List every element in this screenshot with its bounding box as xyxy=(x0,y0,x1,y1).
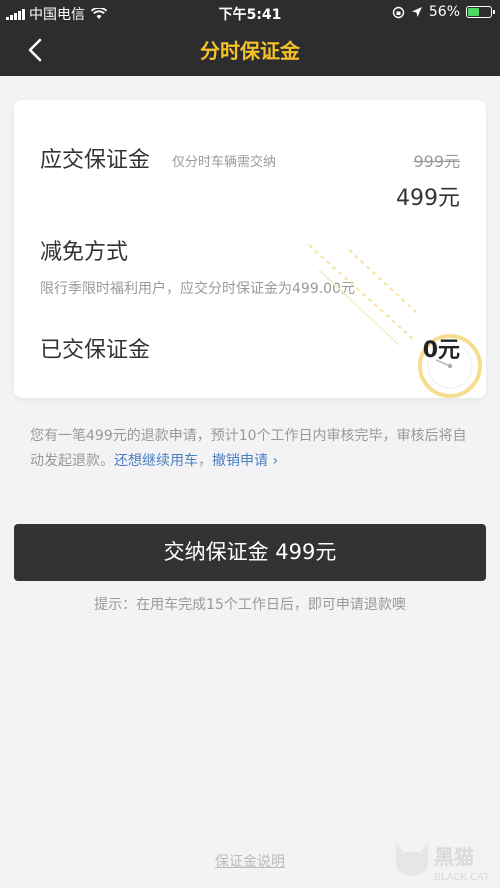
cancel-request-link[interactable]: 撤销申请 xyxy=(212,453,268,469)
watermark-sub: BLACK CAT xyxy=(434,872,490,883)
battery-percent: 56% xyxy=(428,4,460,20)
original-price: 999元 xyxy=(413,152,460,171)
watermark-brand: 黑猫 xyxy=(434,845,474,869)
notice-separator: ， xyxy=(198,453,212,469)
deposit-label: 应交保证金 xyxy=(40,148,151,173)
decorative-rays xyxy=(308,244,420,346)
continue-using-link[interactable]: 还想继续用车 xyxy=(114,453,198,469)
current-price: 499元 xyxy=(396,186,460,211)
rotation-lock-icon xyxy=(392,6,405,18)
discount-label: 减免方式 xyxy=(40,240,129,265)
refund-tip: 提示：在用车完成15个工作日后，即可申请退款噢 xyxy=(94,597,406,613)
battery-level xyxy=(468,8,479,16)
paid-amount: 0元 xyxy=(422,338,460,363)
page-title: 分时保证金 xyxy=(200,39,300,63)
status-bar: 中国电信 下午5:41 56% xyxy=(0,0,500,24)
deposit-hint: 仅分时车辆需交纳 xyxy=(172,155,277,170)
deposit-card: 应交保证金 仅分时车辆需交纳 999元 499元 减免方式 限行季限时福利用户，… xyxy=(14,100,486,398)
paid-label: 已交保证金 xyxy=(40,338,151,363)
black-cat-watermark: 黑猫 BLACK CAT xyxy=(396,844,490,883)
location-icon xyxy=(411,7,422,17)
pay-deposit-button[interactable]: 交纳保证金 499元 xyxy=(14,524,486,581)
battery-icon xyxy=(466,6,495,18)
refund-notice: 您有一笔499元的退款申请，预计10个工作日内审核完毕，审核后将自动发起退款。还… xyxy=(30,424,470,474)
chevron-right-icon[interactable]: › xyxy=(272,453,278,469)
app-header: 中国电信 下午5:41 56% 分时保证金 xyxy=(0,0,500,76)
